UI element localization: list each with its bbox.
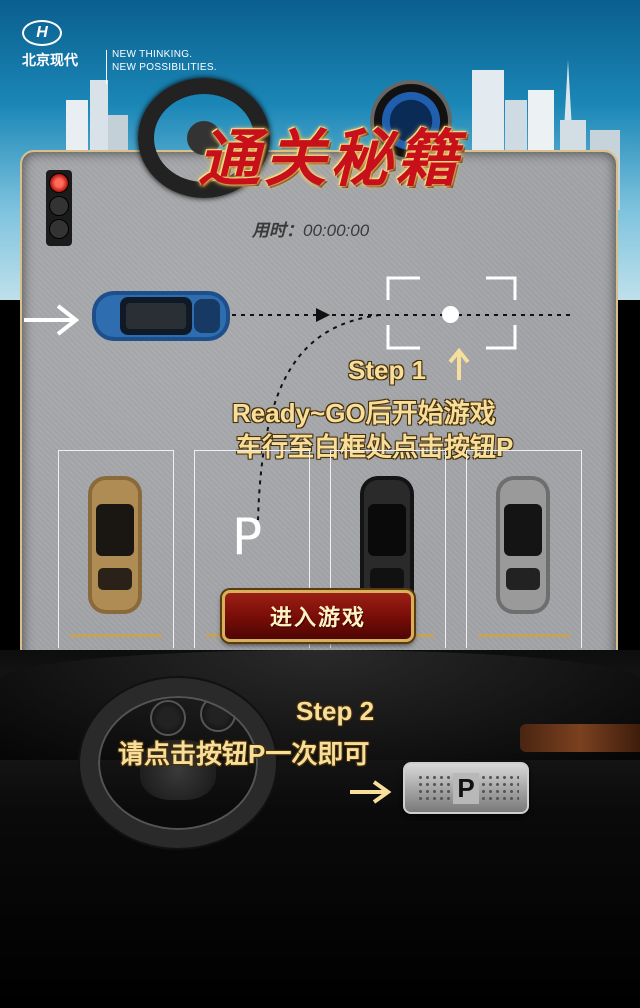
traffic-lamp-yellow [49,196,69,216]
traffic-light-icon [46,170,72,246]
p-button-label: P [453,772,479,804]
timer: 用时：00:00:00 [252,216,369,241]
arrow-right-icon [24,304,80,336]
brand-name: 北京现代 [22,52,78,68]
traffic-lamp-green [49,219,69,239]
timer-label: 用时： [252,221,303,240]
arrow-right-icon [350,780,392,804]
brand-divider [106,50,107,84]
brand-slogan: NEW THINKING. NEW POSSIBILITIES. [112,48,217,74]
player-car[interactable] [90,285,234,347]
slot-line-4 [478,634,570,637]
parked-car-silver [496,476,550,614]
parking-target-marker: P [232,508,263,566]
slogan-line1: NEW THINKING. [112,49,193,60]
enter-game-button[interactable]: 进入游戏 [222,590,414,642]
arrow-up-icon [448,348,470,380]
page-title: 通关秘籍 [197,122,462,195]
p-button[interactable]: P [403,762,529,814]
step2-instruction: 请点击按钮P一次即可 [118,739,370,769]
step2-title: Step 2 [296,696,375,726]
step1-title: Step 1 [348,355,427,385]
dashboard-wood-trim [520,724,640,752]
slot-line-1 [70,634,162,637]
timer-value: 00:00:00 [303,221,370,240]
traffic-lamp-red [49,173,69,193]
step1-instruction-1: Ready~GO后开始游戏 [232,398,496,428]
slogan-line2: NEW POSSIBILITIES. [112,62,217,73]
parked-car-gold [88,476,142,614]
brand-text-block: 北京现代 NEW THINKING. NEW POSSIBILITIES. [22,22,222,84]
target-dot [442,306,459,323]
